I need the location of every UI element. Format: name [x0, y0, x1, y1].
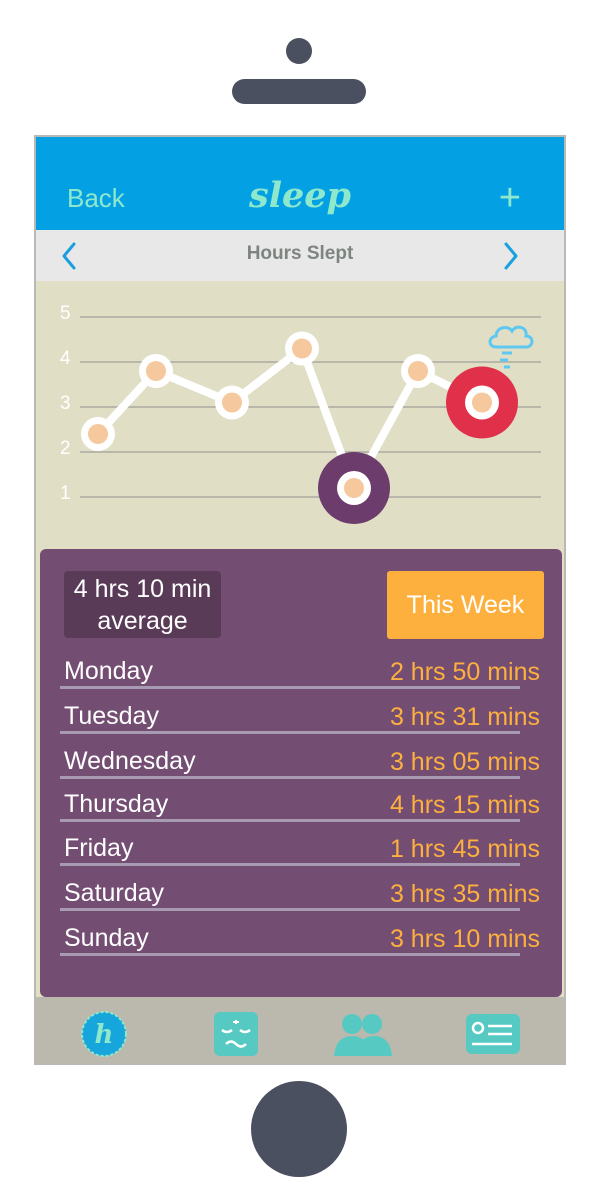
- day-label: Tuesday: [64, 702, 159, 730]
- data-point-center: [472, 392, 492, 413]
- day-hours: 3 hrs 35 mins: [389, 880, 540, 908]
- day-label: Monday: [64, 657, 153, 685]
- bottom-tab-bar: h: [36, 997, 564, 1063]
- day-hours: 3 hrs 31 mins: [389, 703, 540, 731]
- y-tick-label: 5: [60, 303, 71, 324]
- chart-title: Hours Slept: [246, 243, 354, 264]
- hours-slept-chart: 1 2 3 4 5: [60, 303, 541, 524]
- average-value: 4 hrs 10 min: [73, 575, 212, 603]
- day-row[interactable]: Friday 1 hrs 45 mins: [60, 823, 540, 866]
- day-label: Wednesday: [64, 747, 196, 775]
- data-point-center: [408, 361, 428, 381]
- phone-screen: Back sleep + Hours Slept 1 2 3 4 5 4 hrs 10 …: [34, 135, 566, 1065]
- day-row[interactable]: Saturday 3 hrs 35 mins: [60, 868, 540, 911]
- day-row[interactable]: Sunday 3 hrs 10 mins: [60, 913, 540, 956]
- data-point-center: [146, 361, 166, 381]
- home-h-icon[interactable]: h: [80, 1010, 128, 1058]
- data-point-center: [88, 424, 108, 444]
- day-row[interactable]: Monday 2 hrs 50 mins: [60, 646, 540, 689]
- day-label: Thursday: [64, 790, 169, 818]
- day-hours: 2 hrs 50 mins: [389, 658, 540, 686]
- day-label: Friday: [64, 834, 134, 862]
- this-week-button[interactable]: This Week: [387, 571, 544, 639]
- day-row[interactable]: Thursday 4 hrs 15 mins: [60, 779, 540, 822]
- day-hours: 4 hrs 15 mins: [389, 791, 540, 819]
- y-tick-label: 1: [60, 483, 71, 504]
- svg-text:h: h: [95, 1020, 114, 1050]
- y-tick-label: 4: [60, 348, 71, 369]
- day-label: Saturday: [64, 879, 165, 907]
- y-tick-label: 3: [60, 393, 71, 414]
- chevron-right-icon[interactable]: [502, 241, 520, 271]
- data-point-center: [222, 392, 242, 413]
- average-label: average: [97, 607, 188, 635]
- sleep-face-icon[interactable]: [212, 1010, 260, 1058]
- day-hours: 3 hrs 10 mins: [389, 925, 540, 953]
- chart-header: Hours Slept: [36, 230, 564, 281]
- day-row[interactable]: Wednesday 3 hrs 05 mins: [60, 736, 540, 779]
- average-badge: 4 hrs 10 min average: [64, 571, 221, 638]
- day-hours: 1 hrs 45 mins: [389, 835, 540, 863]
- data-point-center: [344, 478, 364, 498]
- data-point-center: [292, 338, 312, 359]
- add-button[interactable]: +: [499, 179, 521, 217]
- home-button[interactable]: [251, 1081, 347, 1177]
- y-tick-label: 2: [60, 438, 71, 459]
- weekly-summary-panel: 4 hrs 10 min average This Week Monday 2 …: [40, 549, 562, 997]
- front-camera: [286, 38, 312, 64]
- top-bar: Back sleep +: [36, 137, 564, 230]
- people-icon[interactable]: [332, 1010, 394, 1058]
- day-hours: 3 hrs 05 mins: [389, 748, 540, 776]
- profile-card-icon[interactable]: [464, 1010, 522, 1058]
- earpiece-speaker: [232, 79, 366, 104]
- day-label: Sunday: [64, 924, 149, 952]
- app-logo: sleep: [248, 175, 351, 216]
- day-row[interactable]: Tuesday 3 hrs 31 mins: [60, 691, 540, 734]
